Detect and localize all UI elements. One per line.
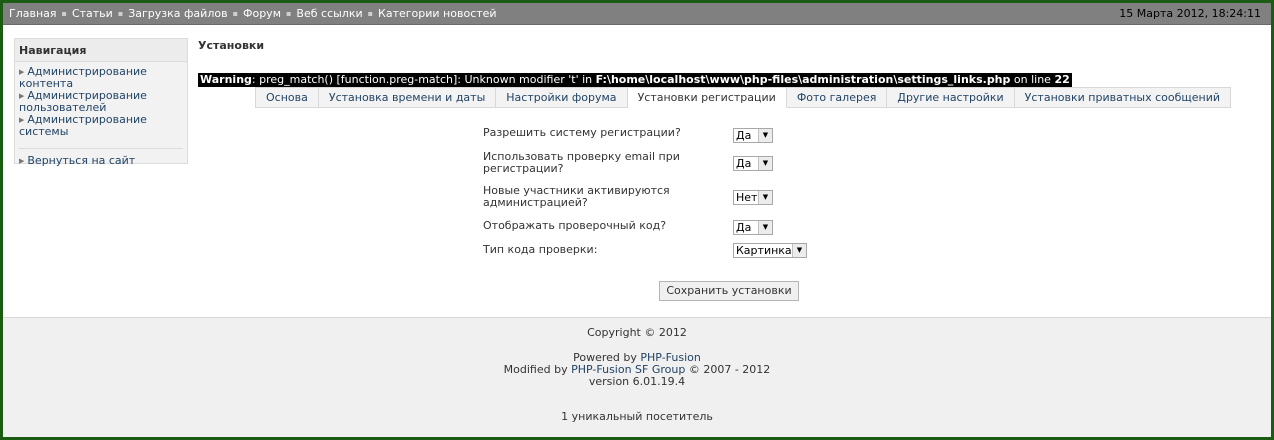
sidebar-item-back-to-site[interactable]: ▶ Вернуться на сайт <box>19 155 183 167</box>
tab-forum-settings[interactable]: Настройки форума <box>496 87 628 108</box>
nav-separator: ▪ <box>367 9 374 18</box>
nav-separator: ▪ <box>286 9 292 18</box>
settings-tabs: Основа Установка времени и даты Настройк… <box>255 87 1232 108</box>
top-bar: Главная ▪ Статьи ▪ Загрузка файлов ▪ Фор… <box>3 3 1271 25</box>
nav-news-categories-link[interactable]: Категории новостей <box>378 7 497 20</box>
sidebar-item-system-admin[interactable]: ▶ Администрирование системы <box>19 114 183 138</box>
php-warning-message: Warning: preg_match() [function.preg-mat… <box>198 73 1072 87</box>
tab-photo-gallery[interactable]: Фото галерея <box>786 87 888 108</box>
sidebar-item-content-admin[interactable]: ▶ Администрирование контента <box>19 66 183 90</box>
admin-activation-select[interactable]: Нет ▼ <box>733 190 773 205</box>
chevron-down-icon: ▼ <box>758 157 772 170</box>
form-label: Новые участники активируются администрац… <box>483 184 670 209</box>
form-label: Использовать проверку email при регистра… <box>483 150 680 175</box>
nav-separator: ▪ <box>61 9 67 18</box>
copyright-text: Copyright © 2012 <box>587 326 687 339</box>
form-label: Отображать проверочный код? <box>483 219 667 232</box>
top-navigation: Главная ▪ Статьи ▪ Загрузка файлов ▪ Фор… <box>9 7 497 20</box>
save-settings-button[interactable]: Сохранить установки <box>659 281 799 301</box>
sidebar-item-users-admin[interactable]: ▶ Администрирование пользователей <box>19 90 183 114</box>
nav-separator: ▪ <box>117 9 124 18</box>
nav-weblinks-link[interactable]: Веб ссылки <box>296 7 362 20</box>
nav-separator: ▪ <box>232 9 238 18</box>
chevron-down-icon: ▼ <box>792 244 806 257</box>
chevron-down-icon: ▼ <box>758 221 772 234</box>
form-row-show-captcha: Отображать проверочный код? Да ▼ <box>483 219 843 235</box>
form-label: Тип кода проверки: <box>483 243 598 256</box>
tab-basic[interactable]: Основа <box>256 87 319 108</box>
nav-articles-link[interactable]: Статьи <box>72 7 113 20</box>
date-time: 15 Марта 2012, 18:24:11 <box>1119 7 1261 20</box>
show-captcha-select[interactable]: Да ▼ <box>733 220 773 235</box>
triangle-right-icon: ▶ <box>19 116 25 124</box>
chevron-down-icon: ▼ <box>758 129 772 142</box>
triangle-right-icon: ▶ <box>19 68 25 76</box>
triangle-right-icon: ▶ <box>19 157 25 165</box>
page-frame: Главная ▪ Статьи ▪ Загрузка файлов ▪ Фор… <box>3 3 1271 437</box>
visitor-counter: 1 уникальный посетитель <box>561 410 713 423</box>
email-verification-select[interactable]: Да ▼ <box>733 156 773 171</box>
form-row-captcha-type: Тип кода проверки: Картинка ▼ <box>483 243 843 258</box>
tab-time-date[interactable]: Установка времени и даты <box>318 87 497 108</box>
chevron-down-icon: ▼ <box>758 191 772 204</box>
triangle-right-icon: ▶ <box>19 92 25 100</box>
sidebar-list: ▶ Администрирование контента ▶ Администрир… <box>15 62 187 167</box>
nav-forum-link[interactable]: Форум <box>243 7 281 20</box>
form-row-email-verification: Использовать проверку email при регистра… <box>483 151 843 175</box>
sidebar-navigation: Навигация ▶ Администрирование контента ▶ А… <box>14 38 188 167</box>
tab-other-settings[interactable]: Другие настройки <box>887 87 1015 108</box>
form-label: Разрешить систему регистрации? <box>483 126 681 139</box>
sidebar-title: Навигация <box>15 39 187 62</box>
enable-registration-select[interactable]: Да ▼ <box>733 128 773 143</box>
form-row-admin-activation: Новые участники активируются администрац… <box>483 185 843 209</box>
tab-private-messages[interactable]: Установки приватных сообщений <box>1014 87 1232 108</box>
page-title: Установки <box>198 39 265 52</box>
tab-registration-settings[interactable]: Установки регистрации <box>627 87 787 108</box>
footer: Copyright © 2012 Powered by PHP-Fusion M… <box>3 317 1271 437</box>
captcha-type-select[interactable]: Картинка ▼ <box>733 243 807 258</box>
form-row-enable-registration: Разрешить систему регистрации? Да ▼ <box>483 126 843 143</box>
version-text: version 6.01.19.4 <box>588 375 686 388</box>
nav-downloads-link[interactable]: Загрузка файлов <box>128 7 227 20</box>
sidebar-divider <box>19 148 183 149</box>
nav-home-link[interactable]: Главная <box>9 7 57 20</box>
